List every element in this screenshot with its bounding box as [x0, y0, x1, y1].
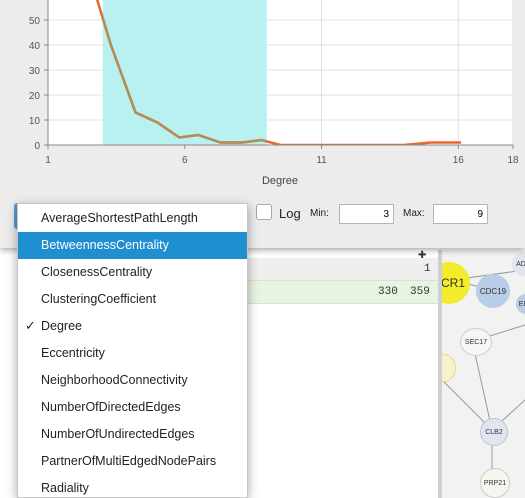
x-tick-label: 11 — [316, 155, 327, 166]
y-tick-label: 20 — [29, 91, 41, 102]
network-node[interactable]: PRP21 — [480, 468, 510, 498]
y-tick-label: 30 — [29, 66, 41, 77]
node-label: AD — [516, 260, 525, 268]
y-tick-label: 50 — [29, 16, 41, 27]
network-view[interactable]: CR1 CDC19 AD EI SEC17 CLB2 PRP21 — [442, 250, 525, 498]
dropdown-item-label: Degree — [41, 319, 82, 333]
x-tick-label: 1 — [45, 155, 51, 166]
table-cell: 359 — [410, 286, 430, 298]
dropdown-item[interactable]: AverageShortestPathLength — [18, 205, 247, 232]
max-label: Max: — [403, 208, 425, 219]
dropdown-item-label: ClusteringCoefficient — [41, 292, 157, 306]
dropdown-item-label: Radiality — [41, 481, 89, 495]
network-node[interactable]: CDC19 — [476, 274, 510, 308]
x-tick-label: 16 — [453, 155, 465, 166]
dropdown-item[interactable]: NumberOfUndirectedEdges — [18, 421, 247, 448]
y-tick-label: 40 — [29, 41, 41, 52]
checkmark-icon: ✓ — [25, 318, 36, 333]
x-tick-label: 6 — [182, 155, 188, 166]
attribute-dropdown-list[interactable]: AverageShortestPathLength BetweennessCent… — [17, 203, 248, 498]
dropdown-item[interactable]: NumberOfDirectedEdges — [18, 394, 247, 421]
dropdown-item-label: ClosenessCentrality — [41, 265, 153, 279]
y-tick-label: 0 — [34, 141, 40, 152]
x-axis-label: Degree — [262, 175, 298, 187]
min-label: Min: — [310, 208, 329, 219]
dropdown-item[interactable]: ✓ Degree — [18, 313, 247, 340]
degree-histogram-chart[interactable]: 01020304050 1 6 11 16 18 Degree — [0, 0, 525, 200]
dropdown-item[interactable]: ClusteringCoefficient — [18, 286, 247, 313]
node-label: CR1 — [442, 276, 465, 290]
table-row[interactable]: 330 359 — [248, 280, 438, 304]
dropdown-item[interactable]: BetweennessCentrality — [18, 232, 247, 259]
dropdown-item[interactable]: NeighborhoodConnectivity — [18, 367, 247, 394]
dropdown-item[interactable]: ClosenessCentrality — [18, 259, 247, 286]
dropdown-item-label: NumberOfDirectedEdges — [41, 400, 181, 414]
x-tick-label: 18 — [507, 155, 519, 166]
y-axis-ticks: 0 10 20 30 40 50 — [29, 16, 48, 152]
node-table: 1 330 359 — [248, 258, 438, 498]
table-cell: 1 — [424, 263, 431, 275]
dropdown-item[interactable]: PartnerOfMultiEdgedNodePairs — [18, 448, 247, 475]
selected-range-highlight[interactable] — [102, 0, 267, 145]
log-checkbox[interactable] — [256, 204, 272, 220]
log-label: Log — [279, 206, 301, 221]
node-label: CDC19 — [479, 286, 507, 296]
node-label: PRP21 — [483, 479, 507, 487]
node-label: EI — [518, 300, 525, 308]
dropdown-item-label: BetweennessCentrality — [41, 238, 169, 252]
dropdown-item-label: PartnerOfMultiEdgedNodePairs — [41, 454, 217, 468]
table-row[interactable]: 1 — [248, 258, 438, 280]
table-cell: 330 — [378, 286, 398, 298]
dropdown-item[interactable]: Eccentricity — [18, 340, 247, 367]
network-node[interactable]: CLB2 — [480, 418, 508, 446]
node-label: SEC17 — [464, 338, 488, 346]
max-input[interactable] — [433, 204, 488, 224]
dropdown-item-label: Eccentricity — [41, 346, 105, 360]
dropdown-item[interactable]: Radiality — [18, 475, 247, 497]
dropdown-item-label: NumberOfUndirectedEdges — [41, 427, 195, 441]
min-input[interactable] — [339, 204, 394, 224]
pin-icon[interactable]: ✚ — [418, 250, 426, 261]
node-label: CLB2 — [485, 428, 503, 436]
network-node[interactable]: SEC17 — [460, 328, 492, 356]
dropdown-item-label: AverageShortestPathLength — [41, 211, 198, 225]
x-axis-ticks: 1 6 11 16 18 — [45, 145, 519, 166]
dropdown-item-label: NeighborhoodConnectivity — [41, 373, 188, 387]
y-tick-label: 10 — [29, 116, 41, 127]
